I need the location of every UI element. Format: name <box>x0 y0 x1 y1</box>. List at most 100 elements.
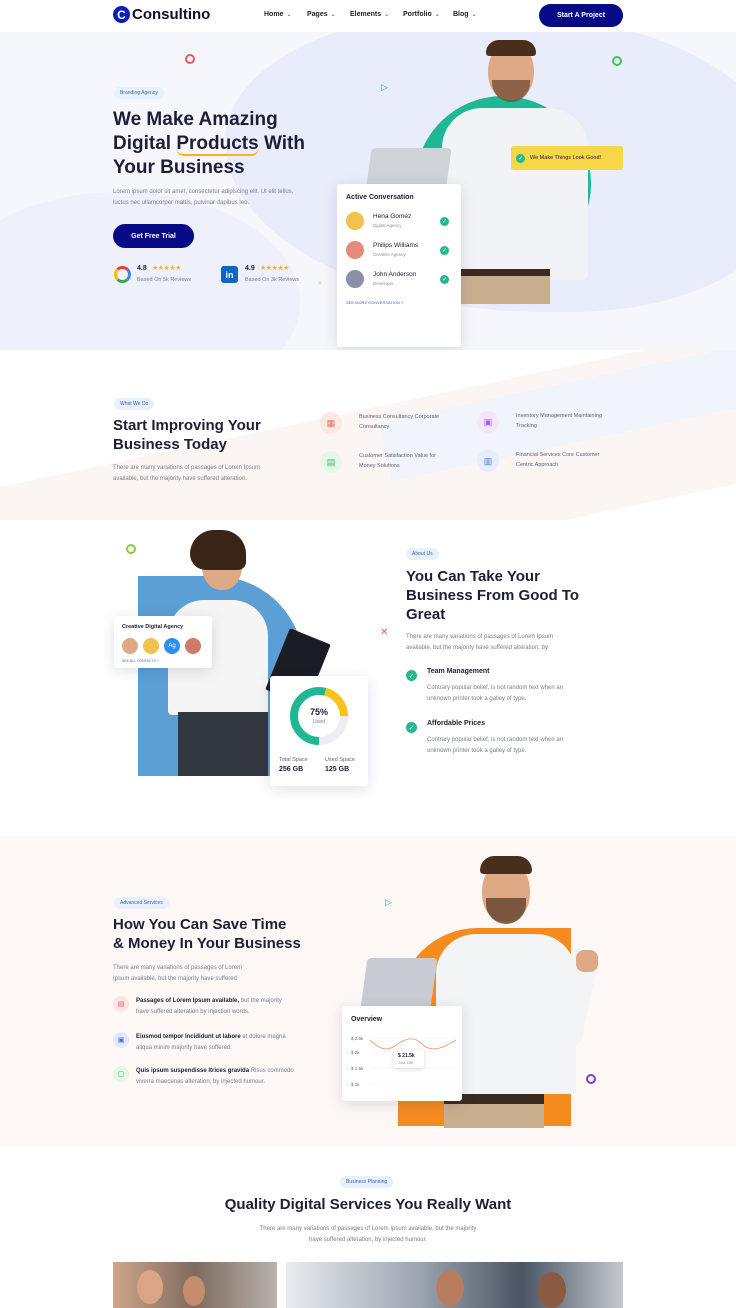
hero-title-part: With <box>258 132 305 154</box>
service-rest: Risus commodo <box>249 1068 294 1074</box>
overview-ytick: $ 2k <box>351 1050 360 1055</box>
tooltip-value: $ 21.5k <box>398 1053 415 1059</box>
feature-text: Customer Satisfaction Value for Money So… <box>359 451 436 472</box>
quality-person <box>137 1270 163 1304</box>
check-icon: ✓ <box>440 275 449 284</box>
improve-pill: What We Do <box>114 398 155 410</box>
start-project-button[interactable]: Start A Project <box>539 4 623 27</box>
feature-line: Centric Approach <box>516 462 559 469</box>
about-item-line: Contrary popular belief, is not random t… <box>427 737 564 743</box>
nav-label: Portfolio <box>403 11 432 18</box>
rating-linkedin: in 4.9 ★★★★★ Based On 3k Reviews <box>221 264 321 288</box>
services-beard <box>486 898 526 924</box>
services-hair <box>480 856 532 874</box>
chevron-down-icon: ⌄ <box>471 12 477 18</box>
about-title-line: Great <box>406 605 446 623</box>
decor-play-icon: ▷ <box>381 82 388 92</box>
about-description: There are many variations of passages of… <box>406 632 553 655</box>
calendar-icon: ▤ <box>113 996 129 1012</box>
improve-title: Start Improving Your Business Today <box>113 417 261 455</box>
services-description: There are many variations of passages of… <box>113 963 242 986</box>
services-desc-line: There are many variations of passages of… <box>113 965 243 971</box>
check-icon: ✓ <box>516 153 525 163</box>
feature-item: ▤ Customer Satisfaction Value for Money … <box>320 451 470 477</box>
see-more-conversation-link[interactable]: SEE MORE CONVERSATION + <box>346 300 403 305</box>
feature-item: ▣ Inventory Management Maintaining Track… <box>477 411 627 437</box>
nav-item-home[interactable]: Home ⌄ <box>264 11 307 18</box>
feature-item: ▥ Financial Services Core Customer Centr… <box>477 450 627 476</box>
nav-item-pages[interactable]: Pages ⌄ <box>307 11 350 18</box>
badge-text: We Make Things Look Good! <box>530 155 602 161</box>
improve-description: There are many variations of passages of… <box>113 463 260 486</box>
tooltip-date: June 15th <box>398 1061 414 1065</box>
hero-belt <box>460 269 550 276</box>
about-item-desc: Contrary popular belief, is not random t… <box>427 735 563 758</box>
conversation-item[interactable]: John Anderson Developer ✓ <box>346 269 452 291</box>
storage-percent: 75% <box>309 707 328 717</box>
feature-text: Financial Services Core Customer Centric… <box>516 450 599 471</box>
decor-circle-green <box>612 56 622 66</box>
service-text: Eiusmod tempor incididunt ut labore et d… <box>136 1032 286 1055</box>
inventory-icon: ▣ <box>477 411 499 433</box>
site-header: C Consultino Home ⌄ Pages ⌄ Elements ⌄ Port… <box>0 0 736 32</box>
avatar <box>185 638 201 654</box>
logo-mark: C <box>113 6 130 23</box>
services-laptop <box>360 958 438 1008</box>
conversation-item[interactable]: Philips Williams Creative Agency ✓ <box>346 240 452 262</box>
main-nav: Home ⌄ Pages ⌄ Elements ⌄ Portfolio ⌄ Blog ⌄ <box>264 11 483 18</box>
feature-line: Consultancy <box>359 424 390 431</box>
check-icon: ✓ <box>406 722 417 733</box>
nav-item-blog[interactable]: Blog ⌄ <box>453 11 483 18</box>
improve-desc-line: available, but the majority have suffere… <box>113 476 247 483</box>
check-icon: ✓ <box>406 670 417 681</box>
improve-title-line: Business Today <box>113 435 227 453</box>
hero-desc-line: Lorem ipsum dolor sit amet, consectetur … <box>113 189 294 195</box>
creative-agency-card: Creative Digital Agency Ag SEE ALL CONTA… <box>114 616 212 668</box>
rating-stars: ★★★★★ <box>152 265 181 272</box>
services-title: How You Can Save Time & Money In Your Bu… <box>113 916 301 954</box>
about-item-title: Team Management <box>427 668 490 675</box>
nav-label: Blog <box>453 11 469 18</box>
rating-stars: ★★★★★ <box>260 265 289 272</box>
bookmark-icon: ▢ <box>113 1066 129 1082</box>
get-free-trial-button[interactable]: Get Free Trial <box>113 224 194 248</box>
rating-google: 4.8 ★★★★★ Based On 5k Reviews <box>114 264 214 288</box>
about-item-title: Affordable Prices <box>427 720 485 727</box>
nav-item-elements[interactable]: Elements ⌄ <box>350 11 403 18</box>
service-bold: Passages of Lorem Ipsum available, <box>136 998 240 1004</box>
quality-person <box>538 1272 566 1308</box>
service-line2: viverra maecenas alteration, by injected… <box>136 1079 266 1086</box>
hero-badge: ✓ We Make Things Look Good! <box>511 146 623 170</box>
avatar <box>122 638 138 654</box>
services-pill: Advanced Services <box>114 897 169 909</box>
feature-text: Inventory Management Maintaining Trackin… <box>516 411 602 432</box>
quality-title: Quality Digital Services You Really Want <box>224 1196 512 1213</box>
person-role: Developer <box>373 281 394 286</box>
service-item: ▣ Eiusmod tempor incididunt ut labore et… <box>113 1032 323 1058</box>
person-name: John Anderson <box>373 271 417 278</box>
decor-cross-icon: ✕ <box>380 627 389 638</box>
quality-pill: Business Planning <box>340 1176 394 1188</box>
hero-shirt <box>442 108 588 280</box>
active-conversation-card: Active Conversation Hena Gomez Digital A… <box>337 184 461 347</box>
logo[interactable]: C Consultino <box>113 6 210 23</box>
linkedin-icon: in <box>221 266 238 283</box>
feature-line: Inventory Management Maintaining <box>516 413 602 419</box>
chevron-down-icon: ⌄ <box>384 12 390 18</box>
nav-label: Pages <box>307 11 328 18</box>
feature-line: Business Consultancy Corporate <box>359 414 440 420</box>
hero-pill: Branding Agency <box>114 87 164 99</box>
rating-label: Based On 3k Reviews <box>245 277 300 283</box>
conversation-item[interactable]: Hena Gomez Digital Agency ✓ <box>346 211 452 233</box>
about-item-line: unknown printer took a galley of type. <box>427 696 527 703</box>
see-all-contacts-link[interactable]: SEE ALL CONTACTS + <box>122 659 159 663</box>
google-icon <box>114 266 131 283</box>
chevron-down-icon: ⌄ <box>330 12 336 18</box>
feature-line: Customer Satisfaction Value for <box>359 453 436 459</box>
quality-description: There are many variations of passages of… <box>0 1224 736 1247</box>
about-item-line: Contrary popular belief, is not random t… <box>427 685 564 691</box>
nav-item-portfolio[interactable]: Portfolio ⌄ <box>403 11 453 18</box>
overview-title: Overview <box>351 1016 383 1023</box>
service-line2: have suffered alteration by injection wo… <box>136 1009 250 1016</box>
overview-ytick: $ 2.5k <box>351 1036 364 1041</box>
